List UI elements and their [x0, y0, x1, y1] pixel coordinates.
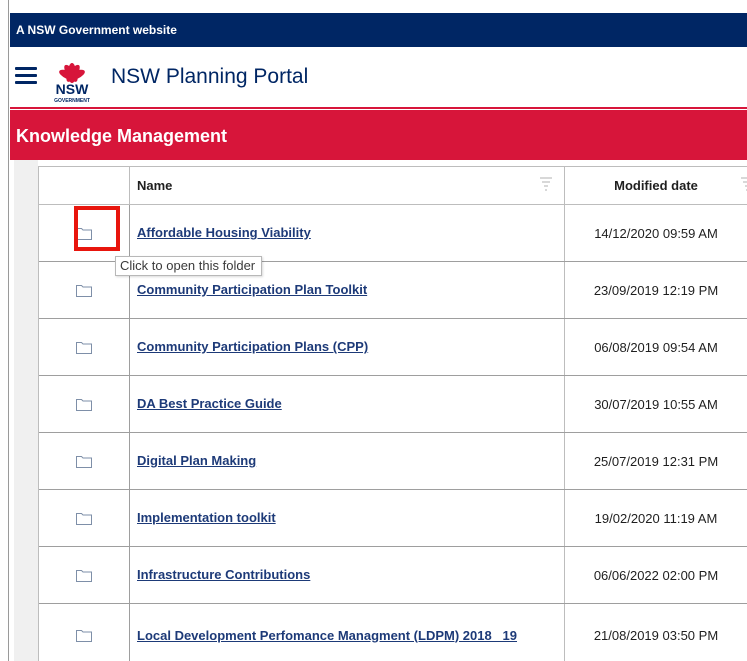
modified-cell: 21/08/2019 03:50 PM — [564, 604, 747, 661]
window-top-edge — [0, 0, 747, 9]
folder-link[interactable]: Affordable Housing Viability — [137, 225, 311, 241]
modified-column-label: Modified date — [614, 178, 698, 193]
portal-title[interactable]: NSW Planning Portal — [111, 65, 308, 89]
name-column-header[interactable]: Name — [129, 167, 564, 204]
window-left-edge — [0, 0, 9, 661]
folder-cell[interactable] — [39, 376, 129, 432]
hamburger-menu-icon[interactable] — [15, 67, 37, 85]
modified-cell: 23/09/2019 12:19 PM — [564, 262, 747, 318]
folder-icon[interactable] — [76, 455, 92, 468]
filter-icon[interactable] — [540, 176, 552, 192]
folder-icon[interactable] — [76, 569, 92, 582]
site-header: NSW GOVERNMENT NSW Planning Portal — [10, 47, 747, 109]
modified-cell: 06/08/2019 09:54 AM — [564, 319, 747, 375]
modified-cell: 25/07/2019 12:31 PM — [564, 433, 747, 489]
filter-icon[interactable] — [741, 176, 747, 192]
folder-cell[interactable] — [39, 433, 129, 489]
name-cell: Affordable Housing Viability — [129, 205, 564, 261]
name-cell: Local Development Perfomance Managment (… — [129, 604, 564, 661]
folder-link[interactable]: Community Participation Plans (CPP) — [137, 339, 368, 355]
name-column-label: Name — [137, 178, 173, 193]
grid-header-row: Name Modified date — [39, 167, 747, 205]
modified-column-header[interactable]: Modified date — [564, 167, 747, 204]
folder-icon[interactable] — [76, 629, 92, 642]
left-gutter — [14, 160, 38, 661]
table-row[interactable]: Community Participation Plans (CPP) 06/0… — [39, 319, 747, 376]
name-cell: Digital Plan Making — [129, 433, 564, 489]
folder-cell[interactable] — [39, 490, 129, 546]
folder-icon[interactable] — [76, 341, 92, 354]
name-cell: Community Participation Plans (CPP) — [129, 319, 564, 375]
folder-link[interactable]: Local Development Perfomance Managment (… — [137, 628, 517, 644]
folder-link[interactable]: Digital Plan Making — [137, 453, 256, 469]
name-cell: DA Best Practice Guide — [129, 376, 564, 432]
folder-icon[interactable] — [76, 398, 92, 411]
folder-link[interactable]: Implementation toolkit — [137, 510, 276, 526]
table-row[interactable]: DA Best Practice Guide 30/07/2019 10:55 … — [39, 376, 747, 433]
name-cell: Infrastructure Contributions — [129, 547, 564, 603]
waratah-logo-icon[interactable]: NSW GOVERNMENT — [42, 53, 102, 105]
table-row[interactable]: Implementation toolkit 19/02/2020 11:19 … — [39, 490, 747, 547]
folder-link[interactable]: DA Best Practice Guide — [137, 396, 282, 412]
modified-cell: 30/07/2019 10:55 AM — [564, 376, 747, 432]
folder-cell[interactable] — [39, 319, 129, 375]
table-row[interactable]: Infrastructure Contributions 06/06/2022 … — [39, 547, 747, 604]
government-banner: A NSW Government website — [10, 13, 747, 47]
folder-cell[interactable] — [39, 604, 129, 661]
table-row[interactable]: Affordable Housing Viability 14/12/2020 … — [39, 205, 747, 262]
folder-icon[interactable] — [76, 512, 92, 525]
folder-link[interactable]: Community Participation Plan Toolkit — [137, 282, 367, 298]
folder-link[interactable]: Infrastructure Contributions — [137, 567, 310, 583]
table-row[interactable]: Local Development Perfomance Managment (… — [39, 604, 747, 661]
document-library-grid: Name Modified date Affordable Housing Vi… — [38, 166, 747, 661]
folder-icon[interactable] — [76, 227, 92, 240]
modified-cell: 14/12/2020 09:59 AM — [564, 205, 747, 261]
tooltip: Click to open this folder — [115, 256, 263, 276]
name-cell: Implementation toolkit — [129, 490, 564, 546]
icon-column-header — [39, 167, 129, 204]
modified-cell: 06/06/2022 02:00 PM — [564, 547, 747, 603]
section-title-bar: Knowledge Management — [10, 110, 747, 160]
folder-cell[interactable] — [39, 547, 129, 603]
modified-cell: 19/02/2020 11:19 AM — [564, 490, 747, 546]
logo-subtext: GOVERNMENT — [54, 98, 90, 104]
logo-text: NSW — [56, 81, 89, 97]
folder-cell[interactable] — [39, 205, 129, 261]
table-row[interactable]: Digital Plan Making 25/07/2019 12:31 PM — [39, 433, 747, 490]
folder-icon[interactable] — [76, 284, 92, 297]
